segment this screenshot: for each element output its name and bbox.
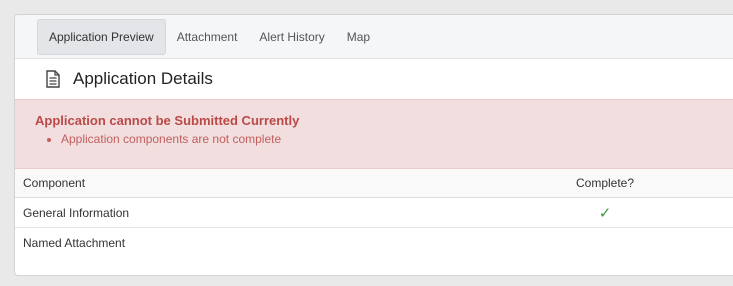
- alert-title: Application cannot be Submitted Currentl…: [35, 113, 300, 128]
- component-name: General Information: [15, 197, 545, 228]
- components-table: Component Complete? General Information …: [15, 169, 733, 257]
- tab-attachment[interactable]: Attachment: [166, 19, 249, 55]
- tab-bar: Application Preview Attachment Alert His…: [15, 15, 733, 59]
- complete-cell: ✓: [545, 197, 665, 228]
- column-header-complete: Complete?: [545, 169, 665, 198]
- alert-item: Application components are not complete: [61, 132, 733, 146]
- application-panel: Application Preview Attachment Alert His…: [14, 14, 733, 276]
- complete-cell: [545, 228, 665, 258]
- tab-application-preview[interactable]: Application Preview: [37, 19, 166, 55]
- details-header: Application Details: [15, 59, 733, 99]
- error-alert: Application cannot be Submitted Currentl…: [15, 99, 733, 169]
- tab-alert-history[interactable]: Alert History: [248, 19, 335, 55]
- table-row: Named Attachment: [15, 228, 733, 258]
- table-header-row: Component Complete?: [15, 169, 733, 198]
- table-row: General Information ✓: [15, 197, 733, 228]
- checkmark-icon: ✓: [598, 203, 612, 222]
- document-icon: [45, 70, 61, 88]
- tab-map[interactable]: Map: [336, 19, 381, 55]
- component-name: Named Attachment: [23, 235, 126, 250]
- page-title: Application Details: [73, 69, 213, 88]
- column-header-component: Component: [15, 169, 545, 198]
- spacer-cell: [665, 228, 733, 258]
- spacer-cell: [665, 197, 733, 228]
- column-spacer: [665, 169, 733, 198]
- alert-list: Application components are not complete: [35, 132, 733, 146]
